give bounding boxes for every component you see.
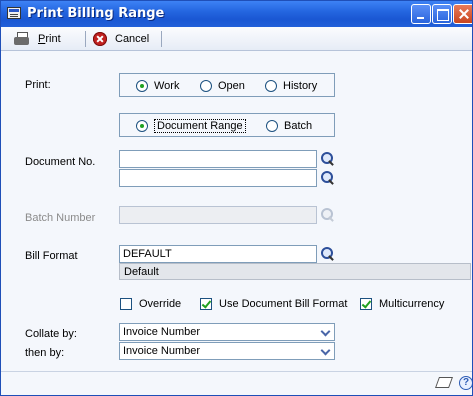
document-no-to-field[interactable] [119,169,317,187]
batch-number-label: Batch Number [25,212,96,224]
print-button-label: Print [38,33,61,45]
print-billing-range-window: Print Billing Range Print Cancel Print: … [0,0,473,396]
checkbox[interactable] [200,298,212,310]
radio-document-range[interactable]: Document Range [136,119,246,133]
multicurrency-label: Multicurrency [379,298,445,310]
cancel-button[interactable]: Cancel [93,31,149,47]
use-document-bill-format-checkbox[interactable]: Use Document Bill Format [200,297,347,311]
cancel-icon [93,32,107,46]
toolbar: Print Cancel [1,27,472,51]
chevron-down-icon[interactable] [319,325,333,339]
lookup-icon[interactable] [319,245,335,263]
bottom-separator [1,371,472,372]
bill-format-description: Default [119,263,471,280]
printer-icon [14,32,30,46]
radio-open[interactable]: Open [200,79,245,93]
collate-by-value: Invoice Number [123,326,201,338]
window-app-icon [7,7,21,19]
help-icon[interactable]: ? [459,376,472,390]
radio-button[interactable] [265,80,277,92]
radio-open-label: Open [218,80,245,92]
bill-format-label: Bill Format [25,250,78,262]
use-document-bill-format-label: Use Document Bill Format [219,298,348,310]
cancel-button-label: Cancel [115,33,150,45]
bill-format-field[interactable]: DEFAULT [119,245,317,263]
document-no-label: Document No. [25,156,96,168]
lookup-icon[interactable] [319,150,335,168]
collate-by-select[interactable]: Invoice Number [119,323,335,341]
close-button[interactable] [453,4,472,24]
collate-by-label: Collate by: [25,328,77,340]
maximize-button[interactable] [432,4,452,24]
multicurrency-checkbox[interactable]: Multicurrency [360,297,444,311]
radio-history[interactable]: History [265,79,317,93]
radio-button[interactable] [136,80,148,92]
override-checkbox[interactable]: Override [120,297,181,311]
print-type-group: Work Open History [119,73,335,97]
range-type-group: Document Range Batch [119,113,335,137]
checkbox[interactable] [360,298,372,310]
print-label: Print: [25,79,51,91]
radio-button[interactable] [200,80,212,92]
then-by-select[interactable]: Invoice Number [119,342,335,360]
note-icon[interactable] [434,377,454,388]
lookup-icon[interactable] [319,169,335,187]
override-checkbox-label: Override [139,298,182,310]
document-no-from-field[interactable] [119,150,317,168]
chevron-down-icon[interactable] [319,344,333,358]
radio-work-label: Work [154,80,180,92]
radio-document-range-label: Document Range [154,119,246,133]
lookup-icon [319,206,335,224]
toolbar-separator [161,31,162,47]
radio-history-label: History [283,80,318,92]
print-button[interactable]: Print [14,31,61,47]
toolbar-separator [85,31,86,47]
radio-work[interactable]: Work [136,79,179,93]
window-title: Print Billing Range [27,6,165,21]
batch-number-field [119,206,317,224]
checkbox[interactable] [120,298,132,310]
title-bar: Print Billing Range [1,1,472,27]
radio-button[interactable] [136,120,148,132]
radio-button[interactable] [266,120,278,132]
radio-batch[interactable]: Batch [266,119,312,133]
minimize-button[interactable] [411,4,431,24]
then-by-label: then by: [25,347,65,359]
then-by-value: Invoice Number [123,345,201,357]
radio-batch-label: Batch [284,120,313,132]
